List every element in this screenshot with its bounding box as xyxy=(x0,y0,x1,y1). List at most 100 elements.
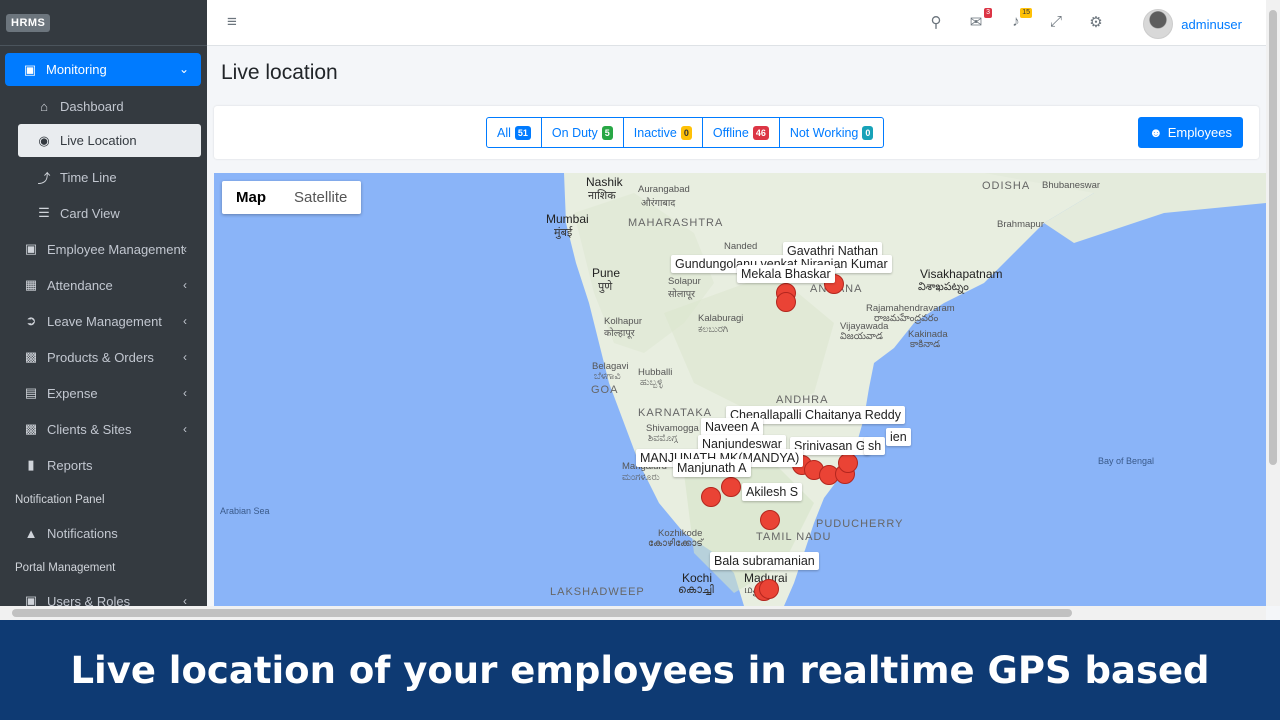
place-label: కాకినాడ xyxy=(910,339,941,350)
employee-label[interactable]: Mekala Bhaskar xyxy=(737,265,835,283)
employee-label[interactable]: ien xyxy=(886,428,911,446)
map-type-map-button[interactable]: Map xyxy=(222,181,280,214)
map-type-satellite-button[interactable]: Satellite xyxy=(280,181,361,214)
sidebar-item-leave-management[interactable]: ➲ Leave Management ‹ xyxy=(0,303,207,339)
employee-label[interactable]: Manjunath A xyxy=(673,459,751,477)
notifications-bell-icon[interactable]: ♪ 15 xyxy=(1006,8,1032,33)
employee-marker[interactable] xyxy=(721,477,741,497)
sidebar-item-card-view[interactable]: ☰ Card View xyxy=(0,195,207,231)
place-label: Bhubaneswar xyxy=(1042,180,1101,191)
place-label: ಬೆಳಗಾವಿ xyxy=(594,371,621,382)
filter-not-working-button[interactable]: Not Working 0 xyxy=(780,118,884,147)
place-label: कोल्हापूर xyxy=(604,328,635,339)
brand-logo[interactable]: HRMS xyxy=(6,14,51,32)
messages-icon[interactable]: ✉ 3 xyxy=(966,8,992,33)
sidebar-item-expense[interactable]: ▤ Expense ‹ xyxy=(0,375,207,411)
filter-label: Inactive xyxy=(633,125,677,140)
avatar[interactable] xyxy=(1143,9,1174,39)
filter-label: On Duty xyxy=(551,125,598,140)
nav-header-portal-management: Portal Management xyxy=(15,562,116,574)
count-badge: 0 xyxy=(862,125,874,140)
sidebar-item-label: Live Location xyxy=(60,133,137,148)
place-label: ಕಲಬುರಗಿ xyxy=(698,324,729,335)
filter-on-duty-button[interactable]: On Duty 5 xyxy=(542,118,624,147)
sidebar-item-label: Leave Management xyxy=(47,313,162,329)
employee-label[interactable]: Akilesh S xyxy=(742,483,803,501)
place-label: കൊച്ചി xyxy=(678,584,714,596)
place-label: Kalaburagi xyxy=(698,313,744,324)
file-icon: ▮ xyxy=(27,457,35,472)
employee-marker[interactable] xyxy=(838,453,858,473)
sidebar-item-attendance[interactable]: ▦ Attendance ‹ xyxy=(0,267,207,303)
notifications-badge: 15 xyxy=(1020,8,1032,18)
place-label: Solapur xyxy=(668,276,701,287)
app: HRMS ▣ Monitoring ⌄ ⌂ Dashboard ◉ Live L… xyxy=(0,0,1280,620)
live-location-map[interactable]: Map Satellite Nashik नाशिक Aurangabad और… xyxy=(214,173,1266,606)
scroll-thumb[interactable] xyxy=(12,609,1072,617)
employees-button[interactable]: ☻ Employees xyxy=(1138,117,1243,148)
sidebar-item-live-location[interactable]: ◉ Live Location xyxy=(18,124,201,157)
promo-banner: Live location of your employees in realt… xyxy=(0,620,1280,720)
gear-icon[interactable]: ⚙ xyxy=(1086,13,1106,33)
scroll-thumb[interactable] xyxy=(1269,10,1277,465)
sidebar-item-dashboard[interactable]: ⌂ Dashboard xyxy=(0,88,207,124)
place-label: Arabian Sea xyxy=(220,506,270,516)
money-bill-icon: ▤ xyxy=(24,385,38,400)
menu-toggle-icon[interactable]: ≡ xyxy=(227,12,237,32)
sidebar-item-time-line[interactable]: ⤴ Time Line xyxy=(0,159,207,195)
sidebar-item-notifications[interactable]: ▲ Notifications xyxy=(0,515,207,551)
sign-out-icon: ➲ xyxy=(25,313,37,328)
employee-marker[interactable] xyxy=(701,487,721,507)
sidebar-item-label: Reports xyxy=(47,457,93,473)
place-label: पुणे xyxy=(598,281,613,293)
sidebar-item-clients-sites[interactable]: ▩ Clients & Sites ‹ xyxy=(0,411,207,447)
place-label: नाशिक xyxy=(588,190,616,202)
employee-marker[interactable] xyxy=(760,510,780,530)
sidebar-item-label: Products & Orders xyxy=(47,349,154,365)
filter-all-button[interactable]: All 51 xyxy=(487,118,542,147)
place-label: Aurangabad xyxy=(638,184,690,195)
boxes-icon: ▩ xyxy=(24,349,38,364)
sidebar-item-label: Expense xyxy=(47,385,98,401)
employee-label[interactable]: sh xyxy=(864,437,886,455)
user-menu[interactable]: adminuser xyxy=(1143,9,1242,39)
chevron-left-icon: ‹ xyxy=(183,350,187,364)
place-label: Pune xyxy=(592,266,621,280)
sidebar-item-label: Clients & Sites xyxy=(47,421,132,437)
nav-header-notification-panel: Notification Panel xyxy=(15,494,105,506)
fullscreen-icon[interactable]: ⤢ xyxy=(1046,13,1066,33)
binoculars-icon: ▣ xyxy=(24,241,38,256)
username[interactable]: adminuser xyxy=(1181,17,1242,32)
place-label: GOA xyxy=(591,384,619,396)
page-title: Live location xyxy=(221,61,338,84)
calendar-icon: ▦ xyxy=(24,277,38,292)
horizontal-scrollbar[interactable] xyxy=(0,606,1266,620)
employee-marker[interactable] xyxy=(776,292,796,312)
map-land xyxy=(564,173,1266,606)
sidebar-item-label: Employee Management xyxy=(47,241,185,257)
employee-marker[interactable] xyxy=(759,579,779,599)
chevron-left-icon: ‹ xyxy=(183,314,187,328)
sidebar-item-reports[interactable]: ▮ Reports xyxy=(0,447,207,483)
employee-label[interactable]: Naveen A xyxy=(701,418,764,436)
search-icon[interactable]: ⚲ xyxy=(926,13,946,33)
messages-badge: 3 xyxy=(984,8,992,18)
sidebar-item-monitoring[interactable]: ▣ Monitoring ⌄ xyxy=(5,53,201,86)
filter-offline-button[interactable]: Offline 46 xyxy=(703,118,780,147)
filter-inactive-button[interactable]: Inactive 0 xyxy=(624,118,703,147)
brand[interactable]: HRMS xyxy=(0,0,207,46)
bell-icon: ▲ xyxy=(24,525,38,541)
place-label: Brahmapur xyxy=(997,219,1044,230)
place-label: LAKSHADWEEP xyxy=(550,586,645,598)
sidebar-item-users-roles[interactable]: ▣ Users & Roles ‹ xyxy=(0,583,207,606)
map-marked-icon: ◉ xyxy=(38,132,50,148)
sidebar-item-products-orders[interactable]: ▩ Products & Orders ‹ xyxy=(0,339,207,375)
sidebar-item-employee-management[interactable]: ▣ Employee Management ‹ xyxy=(0,231,207,267)
employee-label[interactable]: Bala subramanian xyxy=(710,552,819,570)
sidebar-nav: ▣ Monitoring ⌄ ⌂ Dashboard ◉ Live Locati… xyxy=(0,46,207,606)
count-badge: 51 xyxy=(514,125,531,140)
vertical-scrollbar[interactable] xyxy=(1266,0,1280,606)
sidebar-item-label: Attendance xyxy=(47,277,113,293)
route-icon: ⤴ xyxy=(37,170,51,186)
count-badge: 46 xyxy=(752,125,769,140)
